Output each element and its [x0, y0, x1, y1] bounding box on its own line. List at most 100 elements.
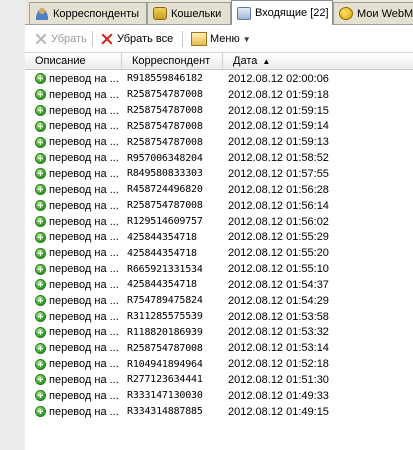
tab-wallets[interactable]: Кошельки: [147, 2, 231, 24]
tab-wallets-label: Кошельки: [171, 7, 222, 20]
date-cell: 2012.08.12 01:55:20: [228, 247, 329, 260]
date-cell: 2012.08.12 01:59:15: [228, 104, 329, 117]
table-row[interactable]: перевод на ... R104941894964 2012.08.12 01…: [25, 356, 413, 372]
description-cell: перевод на ...: [25, 120, 122, 132]
description-text: перевод на ...: [49, 247, 119, 260]
table-row[interactable]: перевод на ... R258754787008 2012.08.12 01…: [25, 87, 413, 103]
date-cell: 2012.08.12 01:51:30: [228, 373, 329, 386]
description-text: перевод на ...: [49, 389, 119, 402]
correspondent-cell: R258754787008: [127, 89, 203, 101]
transfers-list: перевод на ... R918559846182 2012.08.12 02…: [25, 71, 413, 420]
correspondent-cell: R258754787008: [127, 200, 203, 212]
description-cell: перевод на ...: [25, 200, 122, 212]
column-correspondent-label: Корреспондент: [132, 55, 211, 67]
table-row[interactable]: перевод на ... R754789475824 2012.08.12 01…: [25, 293, 413, 309]
description-text: перевод на ...: [49, 104, 119, 117]
chevron-down-icon: ▼: [242, 34, 251, 44]
description-text: перевод на ...: [49, 405, 119, 418]
correspondent-cell: R258754787008: [127, 342, 203, 354]
toolbar: Убрать Убрать все Меню ▼: [25, 25, 413, 52]
correspondent-cell: R754789475824: [127, 295, 203, 307]
column-date-label: Дата: [233, 55, 258, 67]
left-panel-edge: [0, 0, 25, 450]
description-cell: перевод на ...: [25, 168, 122, 180]
column-correspondent[interactable]: Корреспондент: [122, 53, 223, 69]
table-row[interactable]: перевод на ... R334314887885 2012.08.12 01…: [25, 404, 413, 420]
table-row[interactable]: перевод на ... R665921331534 2012.08.12 01…: [25, 261, 413, 277]
remove-label: Убрать: [51, 33, 87, 45]
incoming-plus-icon: [35, 200, 46, 212]
correspondent-cell: R665921331534: [127, 263, 203, 275]
description-cell: перевод на ...: [25, 279, 122, 291]
table-row[interactable]: перевод на ... R258754787008 2012.08.12 01…: [25, 198, 413, 214]
remove-button[interactable]: Убрать: [34, 29, 87, 49]
correspondent-cell: R118820186939: [127, 326, 203, 338]
description-text: перевод на ...: [49, 136, 119, 149]
table-row[interactable]: перевод на ... R258754787008 2012.08.12 01…: [25, 103, 413, 119]
description-cell: перевод на ...: [25, 136, 122, 148]
incoming-plus-icon: [35, 231, 46, 243]
description-text: перевод на ...: [49, 373, 119, 386]
description-text: перевод на ...: [49, 183, 119, 196]
incoming-plus-icon: [35, 120, 46, 132]
correspondent-cell: 425844354718: [127, 231, 197, 243]
column-date[interactable]: Дата ▲: [223, 53, 413, 69]
table-row[interactable]: перевод на ... 425844354718 2012.08.12 01:…: [25, 245, 413, 261]
description-text: перевод на ...: [49, 199, 119, 212]
webmoney-icon: [339, 7, 353, 20]
toolbar-divider: [182, 31, 183, 47]
incoming-plus-icon: [35, 279, 46, 291]
date-cell: 2012.08.12 01:52:18: [228, 358, 329, 371]
tab-contacts-label: Корреспонденты: [53, 7, 140, 20]
table-row[interactable]: перевод на ... 425844354718 2012.08.12 01:…: [25, 229, 413, 245]
correspondent-cell: R258754787008: [127, 120, 203, 132]
incoming-plus-icon: [35, 295, 46, 307]
date-cell: 2012.08.12 01:53:58: [228, 310, 329, 323]
menu-button[interactable]: Меню ▼: [191, 29, 251, 49]
description-cell: перевод на ...: [25, 73, 122, 85]
correspondent-cell: R333147130030: [127, 390, 203, 402]
table-row[interactable]: перевод на ... R458724496820 2012.08.12 01…: [25, 182, 413, 198]
incoming-plus-icon: [35, 342, 46, 354]
table-row[interactable]: перевод на ... R311285575539 2012.08.12 01…: [25, 309, 413, 325]
column-description-label: Описание: [35, 55, 86, 67]
table-row[interactable]: перевод на ... R918559846182 2012.08.12 02…: [25, 71, 413, 87]
date-cell: 2012.08.12 01:59:18: [228, 88, 329, 101]
incoming-plus-icon: [35, 152, 46, 164]
table-row[interactable]: перевод на ... R957006348204 2012.08.12 01…: [25, 150, 413, 166]
description-cell: перевод на ...: [25, 216, 122, 228]
column-description[interactable]: Описание: [25, 53, 122, 69]
description-text: перевод на ...: [49, 358, 119, 371]
remove-all-button[interactable]: Убрать все: [100, 29, 173, 49]
correspondent-cell: 425844354718: [127, 279, 197, 291]
tab-bar: Корреспонденты Кошельки Входящие [22] Мо…: [25, 0, 413, 25]
tab-inbox[interactable]: Входящие [22]: [231, 0, 333, 25]
description-cell: перевод на ...: [25, 342, 122, 354]
table-row[interactable]: перевод на ... R849580833303 2012.08.12 01…: [25, 166, 413, 182]
table-row[interactable]: перевод на ... R277123634441 2012.08.12 01…: [25, 372, 413, 388]
table-row[interactable]: перевод на ... R129514609757 2012.08.12 01…: [25, 214, 413, 230]
table-row[interactable]: перевод на ... R258754787008 2012.08.12 01…: [25, 134, 413, 150]
correspondent-cell: R104941894964: [127, 358, 203, 370]
remove-all-label: Убрать все: [117, 33, 174, 45]
remove-all-icon: [100, 32, 114, 46]
table-row[interactable]: перевод на ... R258754787008 2012.08.12 01…: [25, 119, 413, 135]
correspondent-cell: R849580833303: [127, 168, 203, 180]
table-row[interactable]: перевод на ... R333147130030 2012.08.12 01…: [25, 388, 413, 404]
description-cell: перевод на ...: [25, 406, 122, 418]
table-row[interactable]: перевод на ... 425844354718 2012.08.12 01:…: [25, 277, 413, 293]
tab-contacts[interactable]: Корреспонденты: [29, 2, 147, 24]
table-header: Описание Корреспондент Дата ▲: [25, 52, 413, 70]
toolbar-divider: [92, 31, 93, 47]
date-cell: 2012.08.12 01:53:32: [228, 326, 329, 339]
date-cell: 2012.08.12 01:59:13: [228, 136, 329, 149]
correspondent-cell: 425844354718: [127, 247, 197, 259]
table-row[interactable]: перевод на ... R118820186939 2012.08.12 01…: [25, 325, 413, 341]
tab-my-webmoney-label: Мои WebM: [357, 7, 413, 20]
table-row[interactable]: перевод на ... R258754787008 2012.08.12 01…: [25, 340, 413, 356]
description-cell: перевод на ...: [25, 247, 122, 259]
incoming-plus-icon: [35, 168, 46, 180]
tab-my-webmoney[interactable]: Мои WebM: [333, 2, 413, 24]
incoming-plus-icon: [35, 374, 46, 386]
incoming-plus-icon: [35, 390, 46, 402]
